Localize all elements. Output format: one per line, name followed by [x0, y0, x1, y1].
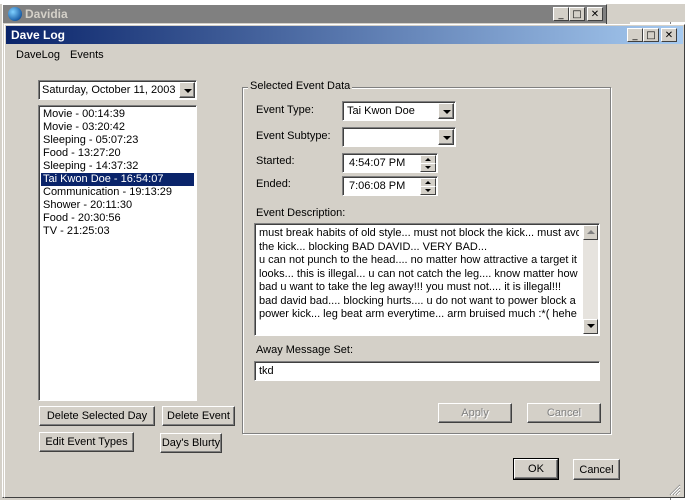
- started-label: Started:: [256, 155, 295, 167]
- delete-event-button[interactable]: Delete Event: [162, 406, 235, 426]
- event-list-item[interactable]: Movie - 00:14:39: [41, 108, 194, 121]
- event-description-textarea[interactable]: must break habits of old style... must n…: [254, 223, 600, 336]
- description-line: must break habits of old style... must n…: [259, 227, 579, 239]
- event-subtype-dropdown-arrow-icon[interactable]: [438, 129, 454, 145]
- apply-button[interactable]: Apply: [438, 403, 512, 423]
- description-line: bad david bad.... blocking hurts.... u d…: [259, 294, 576, 307]
- started-spinner[interactable]: [420, 155, 436, 172]
- event-subtype-combo[interactable]: [342, 127, 456, 147]
- away-message-label: Away Message Set:: [256, 344, 354, 356]
- spin-down-icon[interactable]: [420, 186, 436, 195]
- menu-events[interactable]: Events: [69, 47, 105, 63]
- event-type-value: Tai Kwon Doe: [347, 105, 415, 117]
- away-message-input[interactable]: tkd: [254, 361, 600, 381]
- ok-button[interactable]: OK: [514, 459, 558, 479]
- description-line: power kick... leg beat arm everytime... …: [259, 308, 577, 320]
- event-subtype-label: Event Subtype:: [256, 130, 331, 142]
- app-globe-icon: [8, 7, 22, 21]
- event-list-item[interactable]: Communication - 19:13:29: [41, 186, 194, 199]
- cancel-button[interactable]: Cancel: [573, 459, 620, 480]
- event-description-text: must break habits of old style... must n…: [257, 226, 579, 334]
- away-message-value: tkd: [259, 365, 274, 377]
- menu-davelog[interactable]: DaveLog: [15, 47, 61, 63]
- date-picker[interactable]: Saturday, October 11, 2003: [38, 80, 197, 100]
- outer-close-button[interactable]: ✕: [587, 7, 603, 21]
- event-list-item[interactable]: Shower - 20:11:30: [41, 199, 194, 212]
- edit-event-types-button[interactable]: Edit Event Types: [39, 432, 134, 452]
- days-blurty-button[interactable]: Day's Blurty: [160, 433, 222, 453]
- event-type-dropdown-arrow-icon[interactable]: [438, 103, 454, 119]
- outer-minimize-button[interactable]: _: [553, 7, 569, 21]
- spin-down-icon[interactable]: [420, 163, 436, 172]
- started-time-value: 4:54:07 PM: [349, 157, 406, 169]
- scroll-down-icon[interactable]: [583, 319, 598, 334]
- ended-time-field[interactable]: 7:06:08 PM: [342, 176, 438, 196]
- dialog-title: Dave Log: [6, 26, 683, 44]
- description-line: looks... this is illegal... u can not ca…: [259, 267, 578, 280]
- ended-time-value: 7:06:08 PM: [349, 180, 406, 192]
- event-list-item[interactable]: Food - 20:30:56: [41, 212, 194, 225]
- delete-selected-day-button[interactable]: Delete Selected Day: [39, 406, 155, 426]
- description-line: the kick... blocking BAD DAVID... VERY B…: [259, 240, 488, 253]
- cancel-edit-button[interactable]: Cancel: [527, 403, 601, 423]
- event-list-item[interactable]: Movie - 03:20:42: [41, 121, 194, 134]
- started-time-field[interactable]: 4:54:07 PM: [342, 153, 438, 173]
- event-list-item[interactable]: Sleeping - 05:07:23: [41, 134, 194, 147]
- event-list-item[interactable]: Sleeping - 14:37:32: [41, 160, 194, 173]
- date-dropdown-arrow-icon[interactable]: [179, 82, 195, 98]
- event-description-label: Event Description:: [256, 207, 346, 219]
- description-scrollbar[interactable]: [583, 225, 598, 334]
- ok-default-ring: OK: [513, 458, 559, 480]
- ended-label: Ended:: [256, 178, 291, 190]
- ended-spinner[interactable]: [420, 178, 436, 195]
- group-label: Selected Event Data: [248, 80, 353, 92]
- event-list[interactable]: Movie - 00:14:39 Movie - 03:20:42 Sleeping…: [38, 105, 197, 401]
- size-grip-icon[interactable]: [669, 484, 681, 496]
- event-type-label: Event Type:: [256, 104, 314, 116]
- dialog-close-button[interactable]: ✕: [661, 28, 677, 42]
- outer-window-title: Davidia: [3, 5, 606, 23]
- dialog-minimize-button[interactable]: _: [627, 28, 643, 42]
- event-list-item[interactable]: Tai Kwon Doe - 16:54:07: [41, 173, 194, 186]
- description-line: u can not punch to the head.... no matte…: [259, 254, 577, 266]
- event-list-item[interactable]: TV - 21:25:03: [41, 225, 194, 238]
- event-type-combo[interactable]: Tai Kwon Doe: [342, 101, 456, 121]
- scroll-up-icon[interactable]: [583, 225, 598, 240]
- dialog-maximize-button[interactable]: □: [643, 28, 659, 42]
- description-line: bad u want to take the leg away!!! you m…: [259, 281, 562, 293]
- event-list-item[interactable]: Food - 13:27:20: [41, 147, 194, 160]
- outer-maximize-button[interactable]: □: [569, 7, 585, 21]
- date-picker-value: Saturday, October 11, 2003: [42, 84, 176, 96]
